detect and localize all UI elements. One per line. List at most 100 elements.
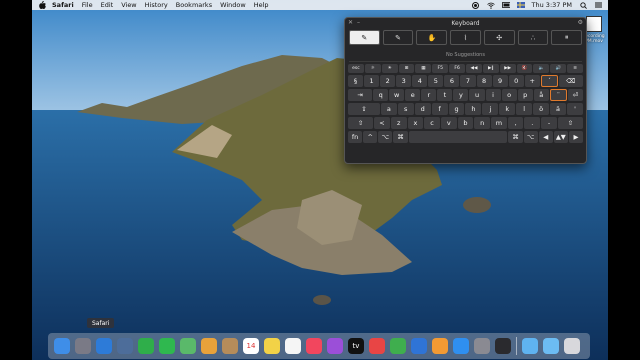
menu-edit[interactable]: Edit (101, 1, 114, 9)
fn_row-key-4[interactable]: ▦ (415, 64, 432, 73)
row3-key-11[interactable]: ä (550, 103, 566, 115)
input-source-icon[interactable] (516, 2, 525, 9)
calendar-icon[interactable]: 14 (243, 338, 259, 354)
row1-key-0[interactable]: § (348, 75, 364, 87)
fn_row-key-7[interactable]: ◀◀ (466, 64, 482, 73)
fn_row-key-13[interactable]: ≡ (567, 64, 584, 73)
row1-key-6[interactable]: 6 (444, 75, 460, 87)
row2-key-5[interactable]: t (437, 89, 453, 101)
minimize-icon[interactable]: – (357, 19, 360, 26)
launchpad-icon[interactable] (75, 338, 91, 354)
row3-key-10[interactable]: ö (533, 103, 550, 115)
row5-key-0[interactable]: fn (348, 131, 363, 143)
close-icon[interactable]: ✕ (348, 19, 353, 26)
row3-key-1[interactable]: a (380, 103, 397, 115)
menu-view[interactable]: View (121, 1, 136, 9)
row3-key-9[interactable]: l (516, 103, 533, 115)
fn_row-key-11[interactable]: 🔈 (533, 64, 550, 73)
menu-help[interactable]: Help (254, 1, 269, 9)
row1-key-4[interactable]: 4 (412, 75, 428, 87)
finder-icon[interactable] (54, 338, 70, 354)
row3-key-3[interactable]: d (414, 103, 431, 115)
fn_row-key-0[interactable]: esc (348, 64, 364, 73)
row5-key-6[interactable]: ⌥ (523, 131, 538, 143)
apple-menu-icon[interactable] (38, 1, 47, 9)
row4-key-7[interactable]: n (474, 117, 491, 129)
row4-key-5[interactable]: v (440, 117, 457, 129)
row4-key-11[interactable]: - (541, 117, 557, 129)
row2-key-12[interactable]: ¨ (549, 89, 567, 101)
row5-key-8[interactable]: ▲▼ (553, 131, 568, 143)
row3-key-12[interactable]: ' (567, 103, 583, 115)
row1-key-12[interactable]: ´ (540, 75, 558, 87)
row2-key-2[interactable]: w (389, 89, 405, 101)
row2-key-11[interactable]: å (533, 89, 549, 101)
row3-key-8[interactable]: k (499, 103, 516, 115)
row2-key-3[interactable]: e (405, 89, 421, 101)
trash-icon[interactable] (564, 338, 580, 354)
keyboard-titlebar[interactable]: ✕ – Keyboard ⚙ (345, 18, 586, 28)
facetime-icon[interactable] (138, 338, 154, 354)
row2-key-4[interactable]: r (421, 89, 437, 101)
downloads-folder-icon[interactable] (522, 338, 538, 354)
row2-key-8[interactable]: i (485, 89, 501, 101)
preview-icon[interactable] (117, 338, 133, 354)
row2-key-13[interactable]: ⏎ (567, 89, 583, 101)
fn_row-key-9[interactable]: ▶▶ (499, 64, 516, 73)
row4-key-0[interactable]: ⇧ (348, 117, 374, 129)
row3-key-2[interactable]: s (397, 103, 414, 115)
row2-key-0[interactable]: ⇥ (348, 89, 373, 101)
pages-icon[interactable] (432, 338, 448, 354)
reminders-icon[interactable] (285, 338, 301, 354)
spotlight-icon[interactable] (579, 1, 587, 9)
fn_row-key-1[interactable]: ☼ (364, 64, 381, 73)
clock[interactable]: Thu 3:37 PM (532, 1, 572, 9)
maps-icon[interactable] (180, 338, 196, 354)
row1-key-8[interactable]: 8 (476, 75, 492, 87)
fn_row-key-6[interactable]: F6 (449, 64, 466, 73)
handwriting-tool-7[interactable]: ⏸ (551, 30, 583, 45)
fn_row-key-2[interactable]: ☀ (381, 64, 398, 73)
tv-icon[interactable]: tv (348, 338, 364, 354)
music-icon[interactable] (306, 338, 322, 354)
row4-key-10[interactable]: . (524, 117, 541, 129)
handwriting-tool-3[interactable]: ✋ (416, 30, 448, 45)
row2-key-6[interactable]: y (453, 89, 469, 101)
gear-icon[interactable]: ⚙ (578, 19, 583, 26)
row1-key-13[interactable]: ⌫ (558, 75, 583, 87)
notes-icon[interactable] (264, 338, 280, 354)
row1-key-3[interactable]: 3 (396, 75, 412, 87)
menu-app-name[interactable]: Safari (52, 1, 74, 9)
row4-key-4[interactable]: c (424, 117, 440, 129)
row3-key-0[interactable]: ⇪ (348, 103, 380, 115)
row3-key-5[interactable]: g (448, 103, 465, 115)
control-list-icon[interactable] (594, 2, 602, 9)
quicktime-icon[interactable] (495, 338, 511, 354)
row1-key-5[interactable]: 5 (428, 75, 444, 87)
safari-icon[interactable] (96, 338, 112, 354)
row2-key-9[interactable]: o (501, 89, 517, 101)
battery-icon[interactable] (501, 2, 510, 9)
row4-key-3[interactable]: x (407, 117, 424, 129)
contacts-icon[interactable] (222, 338, 238, 354)
row2-key-7[interactable]: u (469, 89, 485, 101)
row4-key-6[interactable]: b (457, 117, 474, 129)
menu-file[interactable]: File (82, 1, 93, 9)
row3-key-4[interactable]: f (431, 103, 448, 115)
fn_row-key-10[interactable]: 🔇 (516, 64, 533, 73)
handwriting-tool-1[interactable]: ✎ (349, 30, 380, 45)
numbers-icon[interactable] (390, 338, 406, 354)
fn_row-key-12[interactable]: 🔊 (550, 64, 567, 73)
row4-key-12[interactable]: ⇧ (557, 117, 583, 129)
row1-key-2[interactable]: 2 (380, 75, 396, 87)
menu-history[interactable]: History (145, 1, 168, 9)
photos-icon[interactable] (201, 338, 217, 354)
fn_row-key-5[interactable]: F5 (432, 64, 449, 73)
row5-key-5[interactable]: ⌘ (508, 131, 523, 143)
menu-bookmarks[interactable]: Bookmarks (176, 1, 212, 9)
row5-key-9[interactable]: ▶ (568, 131, 583, 143)
row1-key-10[interactable]: 0 (508, 75, 524, 87)
row1-key-7[interactable]: 7 (460, 75, 476, 87)
row4-key-8[interactable]: m (491, 117, 507, 129)
wifi-icon[interactable] (486, 2, 495, 9)
